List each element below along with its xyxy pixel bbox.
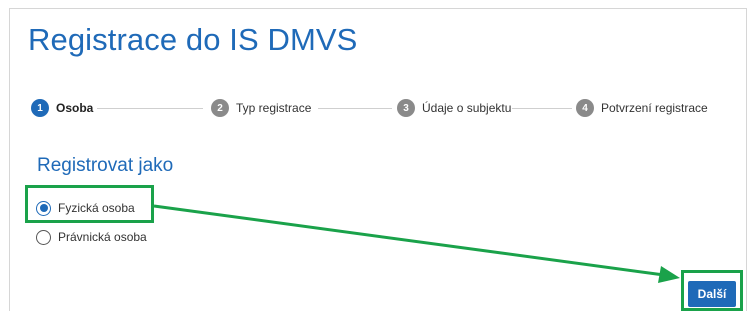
arrow-shaft — [153, 204, 665, 277]
arrow-head — [658, 266, 680, 283]
annotation-arrow — [153, 204, 680, 283]
